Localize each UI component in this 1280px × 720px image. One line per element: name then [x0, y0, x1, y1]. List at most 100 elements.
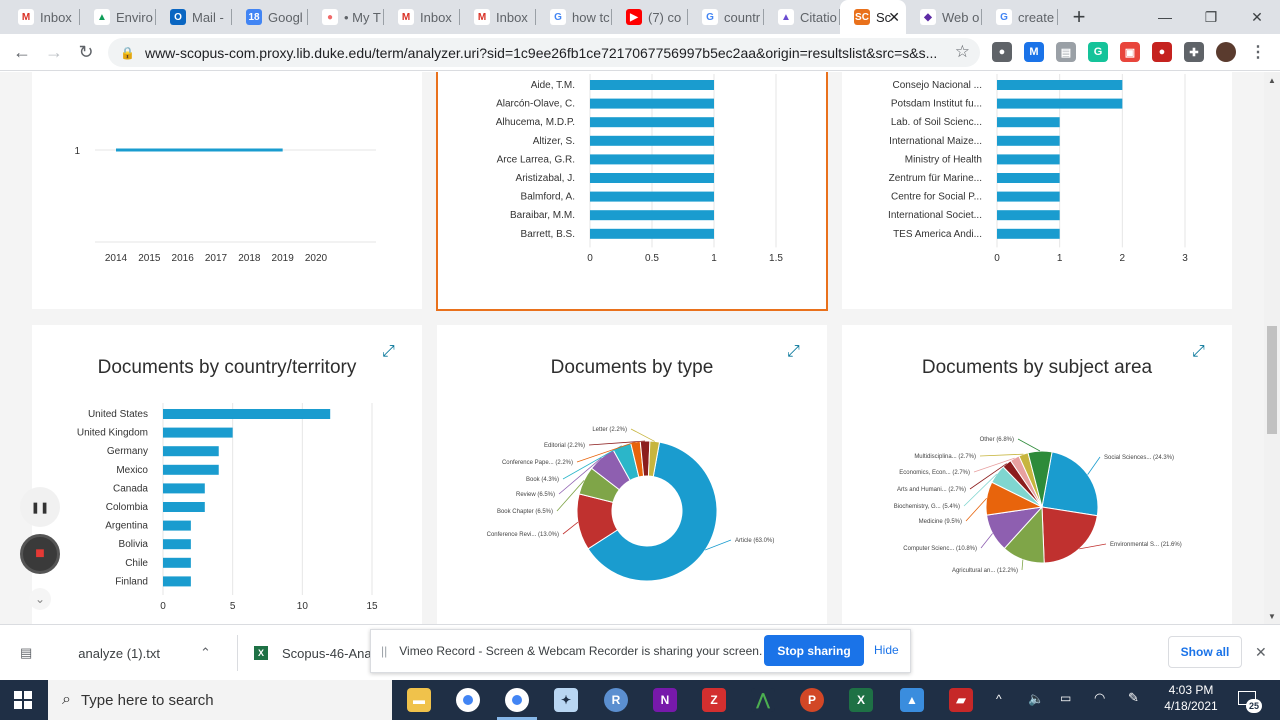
expand-icon[interactable]: ⤢	[382, 343, 395, 361]
bar[interactable]	[163, 409, 331, 419]
snipping-tool-icon[interactable]: ✦	[554, 688, 578, 712]
forward-button[interactable]: →	[38, 36, 70, 68]
bar[interactable]	[163, 576, 191, 587]
bar[interactable]	[590, 210, 714, 221]
bar[interactable]	[590, 98, 714, 109]
browser-tab[interactable]: ▶ (7) co	[612, 0, 688, 34]
bar[interactable]	[590, 117, 714, 128]
bar[interactable]	[163, 427, 233, 438]
zotero-icon[interactable]: Z	[702, 688, 726, 712]
close-download-bar-icon[interactable]: ✕	[1255, 644, 1267, 661]
ext-circle-icon[interactable]: ●	[992, 42, 1012, 62]
bar[interactable]	[590, 80, 714, 90]
close-tab-icon[interactable]: ✕	[888, 9, 900, 26]
hide-share-bar-button[interactable]: Hide	[874, 643, 899, 657]
pie-slice[interactable]	[1041, 506, 1098, 564]
browser-tab[interactable]: Ghow tc	[536, 0, 612, 34]
scroll-thumb[interactable]	[1267, 326, 1277, 434]
browser-tab[interactable]: M Inbox	[4, 0, 80, 34]
chrome-icon[interactable]	[456, 688, 480, 712]
browser-tab[interactable]: ◆ Web o	[906, 0, 982, 34]
onenote-icon[interactable]: N	[653, 688, 677, 712]
windows-start-icon[interactable]	[14, 691, 32, 709]
new-tab-button[interactable]: +	[1062, 0, 1096, 34]
photos-icon[interactable]: ▲	[900, 688, 924, 712]
bar[interactable]	[997, 191, 1060, 202]
bar[interactable]	[590, 191, 714, 202]
author-chart-card[interactable]: 0 0.5 1 1.5 Aide, T.M. Alarcón-Olave, C. Alhuc…	[436, 72, 828, 311]
bar[interactable]	[163, 446, 219, 457]
bar[interactable]	[997, 210, 1060, 221]
expand-icon[interactable]: ⤢	[787, 343, 800, 361]
bar[interactable]	[590, 135, 714, 146]
file-explorer-icon[interactable]: ▬	[407, 688, 431, 712]
bar[interactable]	[590, 173, 714, 183]
pen-icon[interactable]: ✎	[1128, 690, 1139, 706]
browser-tab[interactable]: ▲ Citatio	[764, 0, 840, 34]
download-menu-icon[interactable]: ⌃	[200, 645, 211, 661]
bookmark-star-icon[interactable]: ☆	[955, 42, 970, 62]
profile-avatar[interactable]	[1216, 42, 1236, 62]
browser-tab[interactable]: Gcreate	[982, 0, 1058, 34]
scroll-down-icon[interactable]: ▼	[1268, 612, 1276, 621]
bar[interactable]	[997, 154, 1060, 165]
app-icon[interactable]: ⋀	[751, 688, 775, 712]
restore-button[interactable]: ❐	[1188, 0, 1234, 34]
download-item[interactable]: X Scopus-46-Anal	[254, 625, 375, 681]
ext-m-icon[interactable]: M	[1024, 42, 1044, 62]
bar[interactable]	[997, 98, 1123, 109]
pause-recording-button[interactable]: ❚❚	[20, 487, 60, 527]
back-button[interactable]: ←	[6, 36, 38, 68]
show-all-downloads-button[interactable]: Show all	[1168, 636, 1242, 668]
excel-icon[interactable]: X	[849, 688, 873, 712]
browser-tab[interactable]: 18 Googl	[232, 0, 308, 34]
ext-record-icon[interactable]: ●	[1152, 42, 1172, 62]
browser-tab[interactable]: ▲ Enviro	[80, 0, 156, 34]
recorder-app-icon[interactable]: ▰	[949, 688, 973, 712]
ext-doc-icon[interactable]: ▤	[1056, 42, 1076, 62]
bar[interactable]	[163, 483, 205, 494]
bar[interactable]	[997, 117, 1060, 128]
r-icon[interactable]: R	[604, 688, 628, 712]
bar[interactable]	[163, 520, 191, 531]
stop-sharing-button[interactable]: Stop sharing	[764, 635, 864, 666]
address-bar[interactable]: 🔒 www-scopus-com.proxy.lib.duke.edu/term…	[108, 38, 980, 67]
bar[interactable]	[997, 173, 1060, 183]
expand-icon[interactable]: ⤢	[1192, 343, 1205, 361]
battery-icon[interactable]: ▭	[1060, 691, 1071, 705]
scroll-up-icon[interactable]: ▲	[1268, 76, 1276, 85]
browser-tab[interactable]: O Mail -	[156, 0, 232, 34]
chrome-profile-icon[interactable]	[505, 688, 529, 712]
stop-recording-button[interactable]: ■	[20, 534, 60, 574]
clock[interactable]: 4:03 PM 4/18/2021	[1158, 683, 1224, 713]
minimize-button[interactable]: —	[1142, 0, 1188, 34]
browser-tab[interactable]: Gcountr	[688, 0, 764, 34]
download-item[interactable]: ▤ analyze (1).txt ⌃	[20, 625, 211, 681]
ext-grammarly-icon[interactable]: G	[1088, 42, 1108, 62]
bar[interactable]	[163, 557, 191, 568]
browser-tab[interactable]: ● • My T	[308, 0, 384, 34]
drag-handle-icon[interactable]: ||	[381, 644, 387, 658]
notification-center-icon[interactable]: 25	[1236, 688, 1262, 713]
bar[interactable]	[163, 539, 191, 550]
tray-expand-icon[interactable]: ^	[996, 692, 1002, 706]
close-window-button[interactable]: ✕	[1234, 0, 1280, 34]
bar[interactable]	[997, 228, 1060, 239]
browser-tab[interactable]: M Inbox	[460, 0, 536, 34]
bar[interactable]	[590, 154, 714, 165]
bar[interactable]	[163, 464, 219, 475]
menu-icon[interactable]: ⋮	[1248, 42, 1268, 62]
bar[interactable]	[997, 80, 1123, 90]
reload-button[interactable]: ↻	[70, 36, 102, 68]
browser-tab-active[interactable]: SC Sc ✕	[840, 0, 906, 34]
collapse-recorder-icon[interactable]: ⌄	[29, 588, 51, 610]
taskbar-search-box[interactable]: ⌕ Type here to search	[48, 680, 392, 720]
powerpoint-icon[interactable]: P	[800, 688, 824, 712]
bar[interactable]	[997, 135, 1060, 146]
ext-capture-icon[interactable]: ▣	[1120, 42, 1140, 62]
ext-puzzle-icon[interactable]: ✚	[1184, 42, 1204, 62]
page-scrollbar[interactable]: ▲ ▼	[1264, 72, 1280, 624]
volume-icon[interactable]: 🔈	[1028, 691, 1044, 707]
wifi-icon[interactable]: ◠	[1094, 690, 1105, 706]
bar[interactable]	[163, 502, 205, 512]
